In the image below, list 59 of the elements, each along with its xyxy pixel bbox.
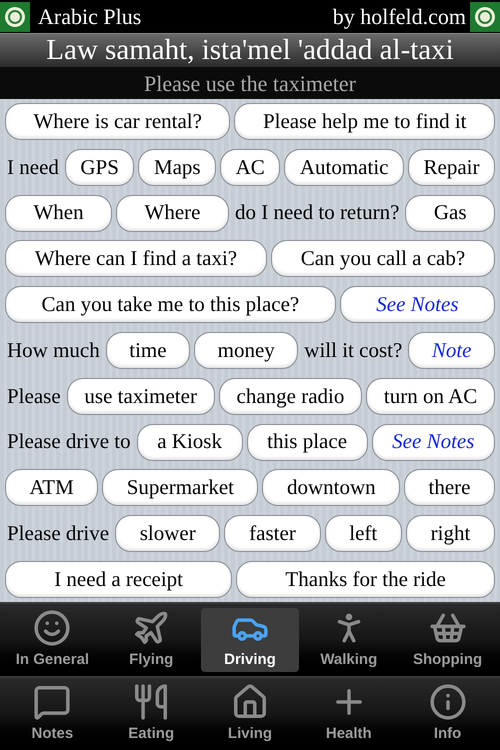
phrase-button[interactable]: AC [220, 148, 280, 186]
phrase-button[interactable]: use taximeter [66, 378, 215, 415]
see-notes-button[interactable]: See Notes [372, 424, 495, 461]
phrase-button[interactable]: money [194, 332, 298, 369]
transliteration-text: Law samaht, ista'mel 'addad al-taxi [46, 36, 454, 65]
sentence-text: Please [6, 382, 62, 410]
tab-bar-item[interactable]: Flying [102, 608, 201, 672]
phrase-button[interactable]: Supermarket [102, 469, 258, 506]
phrase-button[interactable]: this place [246, 424, 368, 461]
phrase-button[interactable]: I need a receipt [5, 560, 232, 598]
sentence-text: Please drive [6, 520, 110, 547]
app-title: Arabic Plus [38, 3, 142, 31]
phrase-button[interactable]: Where [116, 194, 229, 232]
smiley-icon [33, 608, 72, 646]
phrase-button[interactable]: Gas [405, 194, 495, 232]
sentence-text: do I need to return? [234, 199, 400, 226]
phrase-button[interactable]: Maps [138, 148, 216, 186]
translation-text: Please use the taximeter [144, 70, 356, 98]
phrase-button[interactable]: time [106, 332, 190, 369]
credit-text: by holfeld.com [332, 3, 466, 31]
phrase-button[interactable]: there [404, 469, 495, 506]
phrase-button[interactable]: Repair [408, 148, 495, 186]
phrase-button[interactable]: Can you take me to this place? [5, 286, 336, 324]
tab-bar-item[interactable]: Info [398, 682, 497, 746]
phrase-button[interactable]: right [406, 515, 496, 552]
see-notes-button[interactable]: See Notes [340, 286, 495, 324]
tab-bar-item[interactable]: Walking [299, 608, 398, 672]
phrase-button[interactable]: left [324, 515, 402, 552]
tab-bar-item[interactable]: Living [200, 682, 300, 746]
phrase-button[interactable]: GPS [64, 148, 134, 186]
see-notes-button[interactable]: Note [408, 332, 495, 369]
info-icon [428, 682, 467, 720]
emblem-icon [0, 2, 30, 32]
phrase-button[interactable]: Where is car rental? [5, 103, 230, 140]
tab-bar-item[interactable]: Eating [102, 682, 201, 746]
phrase-button[interactable]: ATM [5, 469, 98, 506]
emblem-icon [470, 2, 500, 32]
phrase-button[interactable]: a Kiosk [136, 424, 243, 461]
sentence-text: Please drive to [6, 428, 132, 456]
tab-bar-item[interactable]: Notes [3, 682, 102, 746]
phrase-button[interactable]: slower [115, 515, 220, 552]
tab-bar-item[interactable]: Driving [200, 608, 300, 672]
phrase-button[interactable]: Where can I find a taxi? [5, 240, 267, 278]
tab-bar-item[interactable]: Shopping [398, 608, 497, 672]
phrase-button[interactable]: When [5, 194, 112, 232]
phrase-button[interactable]: Automatic [284, 148, 404, 186]
sentence-text: I need [6, 154, 60, 181]
airplane-icon [132, 608, 170, 646]
phrase-button[interactable]: change radio [218, 378, 362, 415]
phrase-button[interactable]: faster [224, 515, 321, 552]
tab-bar-item[interactable]: Health [299, 682, 398, 746]
tab-bar-item[interactable]: In General [3, 608, 102, 672]
phrase-button[interactable]: turn on AC [366, 378, 496, 415]
phrase-button[interactable]: Can you call a cab? [270, 240, 496, 278]
phrase-button[interactable]: downtown [262, 469, 400, 506]
phrase-button[interactable]: Thanks for the ride [236, 560, 495, 598]
sentence-text: How much [6, 336, 101, 364]
phrase-button[interactable]: Please help me to find it [234, 103, 495, 140]
sentence-text: will it cost? [303, 336, 404, 364]
